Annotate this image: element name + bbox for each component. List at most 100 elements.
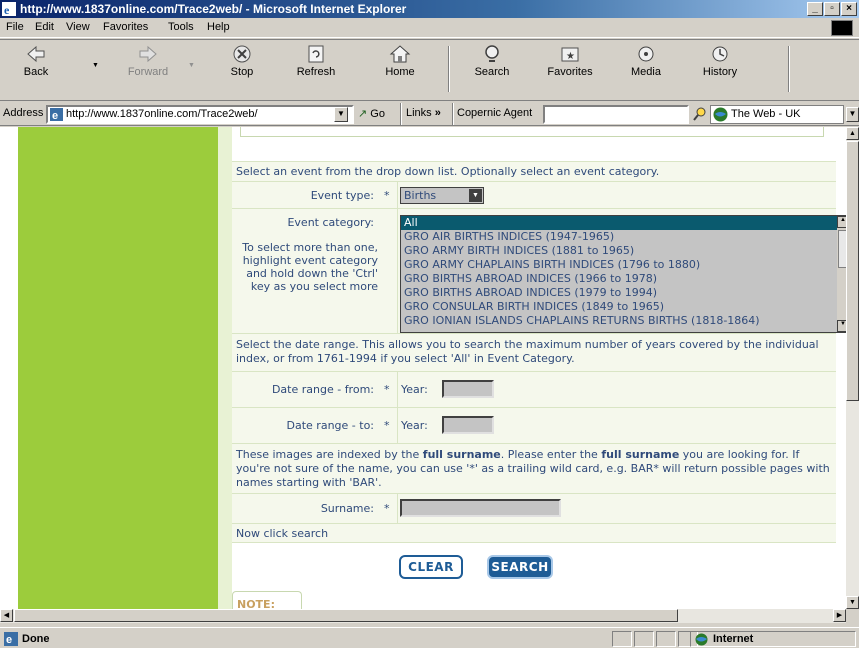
links-copernic-agent[interactable]: Copernic Agent [457, 107, 532, 119]
event-type-label: Event type: [310, 189, 374, 202]
category-option-selected[interactable]: All [401, 216, 837, 230]
vertical-scroll-thumb[interactable] [846, 141, 859, 401]
intro-row: Select an event from the drop down list.… [232, 161, 836, 181]
date-to-label: Date range - to: [286, 419, 374, 432]
date-to-year-input[interactable] [442, 416, 494, 434]
close-button[interactable]: × [841, 2, 857, 16]
search-submit-button[interactable]: SEARCH [487, 555, 553, 579]
select-dropdown-icon[interactable]: ▼ [469, 189, 482, 202]
url-dropdown-icon[interactable]: ▼ [334, 107, 348, 122]
category-option[interactable]: GRO BIRTHS ABROAD INDICES (1979 to 1994) [401, 286, 846, 300]
search-label: Search [474, 66, 510, 78]
toolbar-separator [400, 103, 402, 125]
home-button[interactable]: Home [370, 44, 430, 78]
year-label: Year: [401, 383, 428, 396]
forward-button[interactable]: Forward [118, 44, 178, 78]
vertical-scrollbar[interactable]: ▲ ▼ [846, 127, 859, 609]
back-label: Back [23, 66, 49, 78]
scroll-down-icon[interactable]: ▼ [846, 596, 859, 609]
back-button[interactable]: Back [6, 44, 66, 78]
category-option[interactable]: GRO ARMY BIRTH INDICES (1881 to 1965) [401, 244, 846, 258]
listbox-scroll-up-icon[interactable]: ▲ [837, 216, 846, 228]
surname-input[interactable] [400, 499, 561, 517]
menu-tools[interactable]: Tools [168, 21, 194, 33]
now-click-text: Now click search [236, 527, 329, 540]
date-to-row: Date range - to: * Year: [232, 407, 836, 444]
back-arrow-icon [27, 45, 45, 63]
restore-button[interactable]: ▫ [824, 2, 840, 16]
category-option[interactable]: GRO CONSULAR BIRTH INDICES (1849 to 1965… [401, 300, 846, 314]
listbox-scrollbar[interactable]: ▲ ▼ [837, 216, 846, 332]
forward-dropdown-icon[interactable]: ▼ [188, 62, 195, 69]
menu-bar: File Edit View Favorites Tools Help [0, 18, 859, 38]
listbox-scroll-down-icon[interactable]: ▼ [837, 320, 846, 332]
scroll-up-icon[interactable]: ▲ [846, 127, 859, 140]
horizontal-scroll-thumb[interactable] [14, 609, 678, 622]
home-icon [389, 45, 411, 63]
address-label: Address [3, 107, 44, 119]
category-help-text: To select more than one, highlight event… [242, 241, 378, 293]
media-icon [638, 46, 654, 62]
svg-text:e: e [6, 634, 12, 646]
menu-help[interactable]: Help [207, 21, 230, 33]
history-button[interactable]: History [690, 44, 750, 78]
web-uk-selector[interactable]: The Web - UK [710, 105, 844, 124]
stop-button[interactable]: Stop [212, 44, 272, 78]
clear-button[interactable]: CLEAR [399, 555, 463, 579]
zone-panel: Internet [690, 631, 856, 647]
globe-icon [695, 633, 708, 646]
menu-edit[interactable]: Edit [35, 21, 54, 33]
refresh-label: Refresh [296, 66, 336, 78]
category-option[interactable]: GRO AIR BIRTHS INDICES (1947-1965) [401, 230, 846, 244]
status-panel [634, 631, 654, 647]
required-mark: * [384, 502, 390, 515]
event-category-listbox[interactable]: All GRO AIR BIRTHS INDICES (1947-1965) GRO… [400, 215, 846, 333]
menu-favorites[interactable]: Favorites [103, 21, 148, 33]
date-from-label: Date range - from: [271, 383, 374, 396]
search-button[interactable]: Search [462, 44, 522, 78]
page-done-icon: e [4, 632, 18, 646]
menu-view[interactable]: View [66, 21, 90, 33]
date-intro-row: Select the date range. This allows you t… [232, 333, 836, 371]
column-divider [397, 182, 398, 209]
category-option[interactable]: GRO IONIAN ISLANDS CHAPLAINS RETURNS BIR… [401, 314, 846, 328]
back-dropdown-icon[interactable]: ▼ [92, 62, 99, 69]
toolbar-separator [452, 103, 454, 125]
horizontal-scrollbar[interactable]: ◀ ▶ [0, 609, 846, 623]
menu-file[interactable]: File [6, 21, 24, 33]
minimize-button[interactable]: _ [807, 2, 823, 16]
status-text: Done [22, 633, 50, 645]
go-button[interactable]: ↗ Go [358, 107, 385, 120]
links-chevron-icon: » [434, 107, 441, 119]
windows-logo-icon [831, 20, 853, 36]
column-divider [397, 494, 398, 524]
magnifier-icon[interactable] [692, 106, 708, 122]
links-button[interactable]: Links » [406, 107, 441, 119]
zone-label: Internet [713, 633, 754, 645]
url-input[interactable]: e http://www.1837online.com/Trace2web/ [46, 105, 354, 124]
web-uk-dropdown-icon[interactable]: ▼ [846, 107, 859, 122]
date-from-year-input[interactable] [442, 380, 494, 398]
forward-arrow-icon [139, 45, 157, 63]
favorites-button[interactable]: ★ Favorites [540, 44, 600, 78]
category-option[interactable]: GRO BIRTHS ABROAD INDICES (1966 to 1978) [401, 272, 846, 286]
search-icon [485, 45, 499, 62]
listbox-scroll-thumb[interactable] [838, 230, 846, 268]
address-bar: Address e http://www.1837online.com/Trac… [0, 102, 859, 126]
history-icon [712, 46, 728, 62]
status-panel [656, 631, 676, 647]
copernic-search-input[interactable] [543, 105, 689, 124]
svg-text:★: ★ [566, 51, 575, 62]
scroll-left-icon[interactable]: ◀ [0, 609, 13, 622]
page-icon: e [50, 108, 63, 121]
category-option[interactable]: GRO ARMY CHAPLAINS BIRTH INDICES (1796 t… [401, 258, 846, 272]
title-bar: e http://www.1837online.com/Trace2web/ -… [0, 0, 859, 18]
scroll-corner [846, 609, 859, 623]
refresh-button[interactable]: Refresh [286, 44, 346, 78]
scroll-right-icon[interactable]: ▶ [833, 609, 846, 622]
media-button[interactable]: Media [616, 44, 676, 78]
svg-text:e: e [52, 110, 58, 121]
event-type-select[interactable]: Births ▼ [400, 187, 484, 204]
note-label: NOTE: [237, 598, 275, 609]
date-from-row: Date range - from: * Year: [232, 371, 836, 408]
